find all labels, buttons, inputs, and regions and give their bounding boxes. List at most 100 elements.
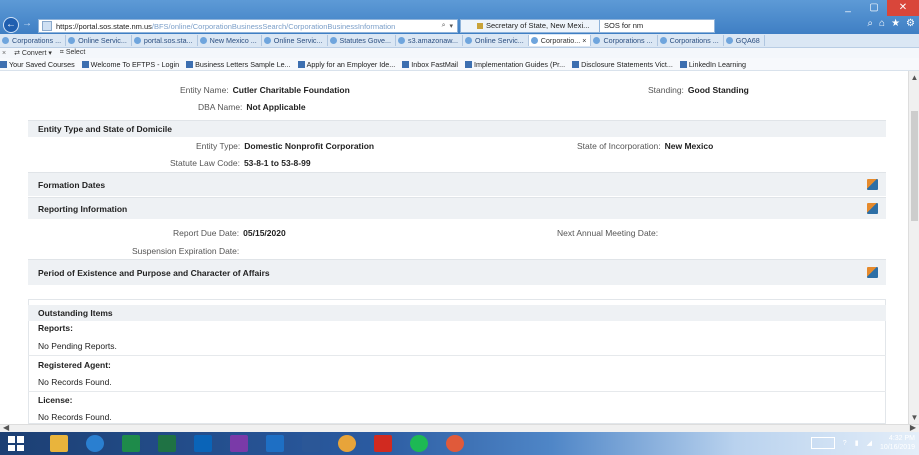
scroll-down-arrow[interactable]: ▼	[909, 413, 919, 422]
state-inc-label: State of Incorporation:	[577, 141, 661, 151]
dropdown-icon[interactable]: ▾	[449, 22, 453, 30]
outlook-app-icon[interactable]	[122, 435, 140, 452]
chrome-icon[interactable]	[338, 435, 356, 452]
scroll-thumb[interactable]	[911, 111, 918, 221]
tab-item[interactable]: Online Servic...	[66, 35, 132, 46]
favorite-item[interactable]: Apply for an Employer Ide...	[297, 60, 403, 69]
onenote-icon[interactable]	[230, 435, 248, 452]
license-value: No Records Found.	[38, 412, 112, 422]
outstanding-items-title: Outstanding Items	[28, 305, 886, 321]
vertical-scrollbar[interactable]: ▲ ▼	[908, 71, 919, 424]
outlook-icon[interactable]	[194, 435, 212, 452]
select-icon: ⌗	[59, 49, 64, 56]
tab-item[interactable]: Corporations ...	[0, 35, 67, 46]
help-icon[interactable]: ?	[843, 440, 847, 447]
scroll-left-arrow[interactable]: ◀	[3, 423, 9, 432]
volume-icon[interactable]: ◢	[867, 439, 872, 447]
maximize-button[interactable]: ▢	[861, 0, 887, 16]
tab-item[interactable]: Online Servic...	[262, 35, 328, 46]
keyboard-icon[interactable]	[810, 437, 835, 449]
favorite-item[interactable]: LinkedIn Learning	[679, 60, 753, 69]
tab-sos-for-nm[interactable]: SOS for nm	[599, 19, 715, 33]
statute-label: Statute Law Code:	[170, 158, 240, 168]
windows-start-button[interactable]	[8, 436, 24, 451]
scroll-up-arrow[interactable]: ▲	[909, 73, 919, 82]
tab-item[interactable]: GQA68	[724, 35, 765, 46]
entity-name-value: Cutler Charitable Foundation	[232, 85, 350, 95]
tab-item[interactable]: portal.sos.sta...	[132, 35, 198, 46]
page-content: Entity Name: Cutler Charitable Foundation…	[0, 71, 908, 424]
internet-explorer-icon[interactable]	[86, 435, 104, 452]
bookmark-icon	[186, 60, 194, 68]
tab-item[interactable]: New Mexico ...	[198, 35, 262, 46]
favorite-item[interactable]: Business Letters Sample Le...	[186, 60, 297, 69]
statute-row: Statute Law Code: 53-8-1 to 53-8-99	[170, 158, 311, 168]
browser-tools: ⌕ ⌂ ★ ⚙	[867, 18, 915, 29]
address-bar[interactable]: https://portal.sos.state.nm.us /BFS/onli…	[38, 19, 458, 33]
page-icon	[68, 37, 76, 44]
gear-icon[interactable]: ⚙	[906, 18, 915, 29]
section-reporting-info[interactable]: Reporting Information	[28, 197, 886, 219]
history-icon[interactable]	[867, 203, 878, 214]
report-due-label: Report Due Date:	[173, 228, 240, 238]
entity-type-value: Domestic Nonprofit Corporation	[244, 141, 375, 151]
tab-item[interactable]: Online Servic...	[463, 35, 529, 46]
forward-button[interactable]: →	[20, 17, 34, 31]
excel-icon[interactable]	[158, 435, 176, 452]
close-button[interactable]: ✕	[887, 0, 919, 16]
taskbar: ? ▮ ◢ 4:32 PM 10/16/2019	[0, 432, 919, 455]
registered-agent-value: No Records Found.	[38, 377, 112, 387]
firefox-icon[interactable]	[446, 435, 464, 452]
minimize-button[interactable]: _	[835, 0, 861, 16]
history-icon[interactable]	[867, 267, 878, 278]
history-icon[interactable]	[867, 179, 878, 190]
tab-item[interactable]: s3.amazonaw...	[396, 35, 463, 46]
suspension-row: Suspension Expiration Date:	[132, 246, 243, 256]
page-icon	[659, 37, 667, 44]
window-controls: _ ▢ ✕	[835, 0, 919, 16]
scroll-right-arrow[interactable]: ▶	[910, 423, 916, 432]
bookmark-icon	[0, 60, 7, 68]
pdf-toolbar: × ⇄ Convert ▾ ⌗ Select	[0, 48, 919, 58]
tab-item[interactable]: Corporations ...	[658, 35, 724, 46]
entity-type-label: Entity Type:	[196, 141, 241, 151]
favorites-bar: Your Saved Courses Welcome To EFTPS - Lo…	[0, 58, 919, 71]
suspension-label: Suspension Expiration Date:	[132, 246, 240, 256]
page-icon	[263, 37, 271, 44]
convert-button[interactable]: ⇄ Convert ▾	[14, 49, 52, 57]
url-host: https://portal.sos.state.nm.us	[56, 21, 152, 31]
standing-value: Good Standing	[687, 85, 749, 95]
home-icon[interactable]: ⌂	[879, 18, 885, 29]
section-formation-dates[interactable]: Formation Dates	[28, 172, 886, 196]
clock[interactable]: 4:32 PM 10/16/2019	[880, 434, 915, 452]
lock-icon	[477, 23, 483, 30]
spotify-icon[interactable]	[410, 435, 428, 452]
report-due-value: 05/15/2020	[243, 228, 286, 238]
section-period-of-existence[interactable]: Period of Existence and Purpose and Char…	[28, 259, 886, 285]
star-icon[interactable]: ★	[891, 18, 900, 29]
tab-item[interactable]: Corporations ...	[591, 35, 658, 46]
tab-title: SOS for nm	[604, 21, 644, 30]
word-icon[interactable]	[302, 435, 320, 452]
favorite-item[interactable]: Inbox FastMail	[402, 60, 465, 69]
outlook-calendar-icon[interactable]	[266, 435, 284, 452]
convert-icon: ⇄	[14, 50, 20, 57]
page-icon	[725, 37, 733, 44]
tab-item[interactable]: Statutes Gove...	[328, 35, 397, 46]
favorite-item[interactable]: Implementation Guides (Pr...	[465, 60, 572, 69]
tab-secretary-of-state[interactable]: Secretary of State, New Mexi...	[460, 19, 600, 33]
back-button[interactable]: ←	[3, 17, 19, 33]
close-icon[interactable]: ×	[2, 50, 6, 57]
favorite-item[interactable]: Welcome To EFTPS - Login	[81, 60, 186, 69]
file-explorer-icon[interactable]	[50, 435, 68, 452]
tab-strip: Corporations ... Online Servic... portal…	[0, 34, 919, 48]
search-icon[interactable]: ⌕	[867, 18, 873, 29]
tab-item-current[interactable]: Corporatio... ×	[528, 35, 592, 46]
favorite-item[interactable]: Disclosure Statements Vict...	[572, 60, 680, 69]
favorite-item[interactable]: Your Saved Courses	[0, 60, 82, 69]
network-icon[interactable]: ▮	[855, 439, 859, 447]
search-icon[interactable]: ⌕	[442, 22, 446, 30]
select-button[interactable]: ⌗ Select	[60, 49, 85, 57]
acrobat-icon[interactable]	[374, 435, 392, 452]
license-label: License:	[38, 395, 73, 405]
